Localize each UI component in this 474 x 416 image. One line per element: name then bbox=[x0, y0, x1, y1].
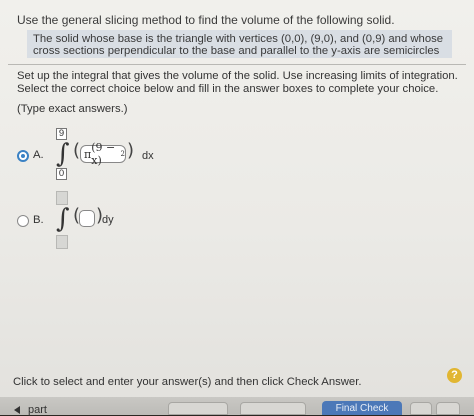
help-icon[interactable]: ? bbox=[447, 368, 462, 383]
option-b-label: B. bbox=[33, 214, 44, 226]
option-b-integral-symbol: ∫ bbox=[56, 204, 70, 234]
option-b-upper-limit[interactable] bbox=[56, 191, 68, 205]
answer-hint: (Type exact answers.) bbox=[17, 103, 128, 115]
option-b-lower-limit[interactable] bbox=[56, 235, 68, 249]
option-a-open-paren: ( bbox=[73, 140, 81, 161]
integrand-exponent: 2 bbox=[120, 150, 125, 158]
divider bbox=[8, 64, 466, 65]
option-b-differential: dy bbox=[102, 214, 114, 226]
pi-symbol: π bbox=[84, 147, 92, 161]
previous-part-icon[interactable] bbox=[14, 406, 20, 414]
option-a-integrand-field[interactable]: π (9 − x) 2 bbox=[80, 141, 126, 167]
option-a-differential: dx bbox=[142, 150, 154, 162]
option-a-lower-limit[interactable]: 0 bbox=[56, 168, 67, 180]
integrand-expression: (9 − x) bbox=[91, 141, 116, 167]
question-panel: Use the general slicing method to find t… bbox=[0, 0, 474, 416]
bottom-toolbar bbox=[0, 397, 474, 415]
toolbar-button-2[interactable] bbox=[240, 402, 306, 415]
option-a-integral-symbol: ∫ bbox=[56, 139, 70, 169]
nav-button-right[interactable] bbox=[436, 402, 460, 415]
toolbar-button-1[interactable] bbox=[168, 402, 228, 415]
option-a-label: A. bbox=[33, 149, 44, 161]
part-label[interactable]: part bbox=[28, 404, 47, 416]
problem-statement: The solid whose base is the triangle wit… bbox=[27, 30, 452, 58]
final-check-button[interactable]: Final Check bbox=[322, 401, 402, 415]
option-a-radio[interactable] bbox=[17, 150, 29, 162]
option-b-integrand-field[interactable] bbox=[79, 210, 95, 227]
option-b-radio[interactable] bbox=[17, 215, 29, 227]
question-header: Use the general slicing method to find t… bbox=[17, 13, 395, 27]
footer-instruction: Click to select and enter your answer(s)… bbox=[13, 376, 362, 388]
nav-button-left[interactable] bbox=[410, 402, 432, 415]
option-a-close-paren: ) bbox=[127, 140, 135, 161]
instructions-text: Set up the integral that gives the volum… bbox=[17, 70, 458, 95]
